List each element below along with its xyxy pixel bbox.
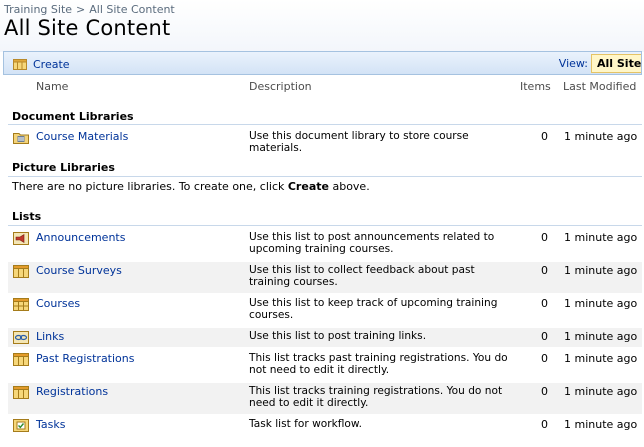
- list-item: Courses Use this list to keep track of u…: [8, 295, 642, 326]
- page-header: Training Site > All Site Content All Site …: [0, 0, 644, 52]
- column-header-last-modified[interactable]: Last Modified: [563, 80, 636, 93]
- item-last-modified: 1 minute ago: [564, 231, 638, 244]
- item-count: 0: [541, 385, 548, 398]
- item-last-modified: 1 minute ago: [564, 330, 638, 343]
- item-link-course-materials[interactable]: Course Materials: [36, 130, 128, 143]
- calendar-list-icon: [13, 298, 29, 311]
- item-count: 0: [541, 264, 548, 277]
- list-item: Tasks Task list for workflow. 0 1 minute…: [8, 416, 642, 435]
- empty-message-create-link[interactable]: Create: [288, 180, 329, 193]
- column-headers: Name Description Items Last Modified: [3, 76, 642, 98]
- item-count: 0: [541, 231, 548, 244]
- view-selector[interactable]: All Site Content: [591, 54, 641, 73]
- page-title: All Site Content: [4, 16, 171, 40]
- item-link-past-registrations[interactable]: Past Registrations: [36, 352, 134, 365]
- item-last-modified: 1 minute ago: [564, 264, 638, 277]
- breadcrumb-current: All Site Content: [89, 3, 175, 16]
- list-item: Past Registrations This list tracks past…: [8, 350, 642, 381]
- create-button[interactable]: Create: [13, 56, 70, 72]
- breadcrumb-separator: >: [76, 3, 86, 16]
- list-icon: [13, 265, 29, 278]
- item-last-modified: 1 minute ago: [564, 297, 638, 310]
- item-last-modified: 1 minute ago: [564, 352, 638, 365]
- create-icon: [13, 59, 27, 70]
- document-library-icon: [13, 133, 29, 144]
- section-divider: [8, 124, 642, 125]
- column-header-description[interactable]: Description: [249, 80, 312, 93]
- item-last-modified: 1 minute ago: [564, 385, 638, 398]
- list-item: Registrations This list tracks training …: [8, 383, 642, 414]
- item-link-links[interactable]: Links: [36, 330, 64, 343]
- list-item: Course Materials Use this document libra…: [8, 128, 642, 154]
- item-description: Use this list to post announcements rela…: [249, 231, 495, 255]
- list-icon: [13, 353, 29, 366]
- section-divider: [8, 225, 642, 226]
- column-header-items[interactable]: Items: [520, 80, 551, 93]
- item-link-tasks[interactable]: Tasks: [36, 418, 65, 431]
- create-label: Create: [33, 57, 70, 71]
- item-description: This list tracks past training registrat…: [249, 352, 508, 376]
- section-title-picture-libraries: Picture Libraries: [12, 161, 115, 174]
- item-count: 0: [541, 330, 548, 343]
- section-divider: [8, 176, 642, 177]
- item-link-courses[interactable]: Courses: [36, 297, 80, 310]
- empty-message-text-end: above.: [328, 180, 370, 193]
- list-item: Course Surveys Use this list to collect …: [8, 262, 642, 293]
- column-header-name[interactable]: Name: [36, 80, 68, 93]
- item-description: Task list for workflow.: [249, 418, 362, 430]
- list-item: Announcements Use this list to post anno…: [8, 229, 642, 260]
- item-count: 0: [541, 352, 548, 365]
- announcements-icon: [13, 232, 29, 245]
- empty-message: There are no picture libraries. To creat…: [12, 180, 370, 193]
- toolbar: Create View: All Site Content: [3, 51, 642, 75]
- list-item: Links Use this list to post training lin…: [8, 328, 642, 347]
- item-last-modified: 1 minute ago: [564, 418, 638, 431]
- tasks-icon: [13, 419, 29, 432]
- links-icon: [13, 331, 29, 344]
- item-count: 0: [541, 130, 548, 143]
- item-count: 0: [541, 297, 548, 310]
- item-description: This list tracks training registrations.…: [249, 385, 503, 409]
- item-description: Use this document library to store cours…: [249, 130, 469, 154]
- breadcrumb: Training Site > All Site Content: [4, 3, 175, 16]
- item-link-registrations[interactable]: Registrations: [36, 385, 108, 398]
- item-description: Use this list to keep track of upcoming …: [249, 297, 498, 321]
- item-last-modified: 1 minute ago: [564, 130, 638, 143]
- empty-message-text: There are no picture libraries. To creat…: [12, 180, 288, 193]
- section-title-document-libraries: Document Libraries: [12, 110, 134, 123]
- item-count: 0: [541, 418, 548, 431]
- item-link-announcements[interactable]: Announcements: [36, 231, 125, 244]
- list-icon: [13, 386, 29, 399]
- item-description: Use this list to post training links.: [249, 330, 427, 342]
- item-description: Use this list to collect feedback about …: [249, 264, 475, 288]
- view-label: View:: [558, 57, 588, 70]
- breadcrumb-site-link[interactable]: Training Site: [4, 3, 72, 16]
- section-title-lists: Lists: [12, 210, 42, 223]
- item-link-course-surveys[interactable]: Course Surveys: [36, 264, 122, 277]
